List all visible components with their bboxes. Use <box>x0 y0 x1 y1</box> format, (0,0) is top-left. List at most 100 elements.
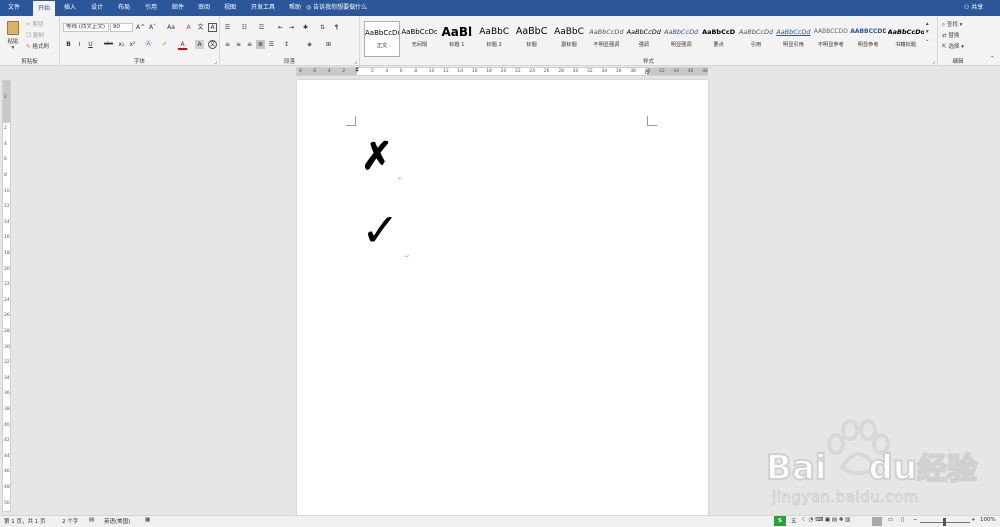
multilevel-list-icon[interactable]: ☲ <box>257 23 266 32</box>
tab-insert[interactable]: 插入 <box>64 0 76 16</box>
zoom-slider-thumb[interactable] <box>943 518 946 526</box>
document-page[interactable]: ✗ ↵ ✓ ↵ <box>297 80 708 516</box>
style-item[interactable]: AaBbC 副标题 <box>551 21 587 57</box>
justify-icon[interactable]: ≣ <box>256 40 265 49</box>
format-painter-button[interactable]: ✎ 格式刷 <box>26 42 49 50</box>
text-effects-icon[interactable]: Ⓐ <box>144 40 153 49</box>
shading-icon[interactable]: ◈ <box>305 40 314 49</box>
change-case-button[interactable]: Aa <box>164 23 178 32</box>
language-status[interactable]: 英语(美国) <box>104 517 130 525</box>
style-item[interactable]: AaBbCcDd 明显强调 <box>663 21 699 57</box>
style-item[interactable]: AaBl 标题 1 <box>439 21 475 57</box>
font-name-combobox[interactable]: 等线 (西文正文) <box>63 23 109 32</box>
print-layout-icon[interactable]: ▭ <box>888 517 893 523</box>
tab-layout[interactable]: 布局 <box>118 0 130 16</box>
cut-button[interactable]: ✂ 剪切 <box>26 20 43 28</box>
char-border-button[interactable]: A <box>208 23 217 32</box>
shrink-font-button[interactable]: Aˇ <box>148 23 157 32</box>
web-layout-icon[interactable]: ▯ <box>901 517 904 523</box>
bullets-icon[interactable]: ☰ <box>223 23 232 32</box>
grow-font-button[interactable]: A^ <box>136 23 145 32</box>
enclose-char-button[interactable]: 文 <box>208 40 217 49</box>
style-item[interactable]: AABBCCDD 明显参考 <box>850 21 886 57</box>
tab-design[interactable]: 设计 <box>91 0 103 16</box>
align-left-icon[interactable]: ≡ <box>223 40 232 49</box>
underline-button[interactable]: U <box>86 40 95 49</box>
tab-developer[interactable]: 开发工具 <box>251 0 275 16</box>
copy-button[interactable]: ❐ 复制 <box>26 31 44 39</box>
format-painter-label: 格式刷 <box>32 44 49 50</box>
tab-file[interactable]: 文件 <box>8 0 20 16</box>
gallery-scroll[interactable]: ▴ ▾ ⌄ <box>925 20 930 44</box>
find-button[interactable]: ⌕ 查找 ▾ <box>942 20 962 29</box>
style-item[interactable]: AaBbC 标题 <box>514 21 550 57</box>
decrease-indent-icon[interactable]: ⇤ <box>276 23 285 32</box>
align-right-icon[interactable]: ≡ <box>245 40 254 49</box>
zoom-level[interactable]: 100% <box>980 517 996 523</box>
tell-me-search[interactable]: ◎ 告诉我你想要做什么 <box>306 0 367 16</box>
clear-formatting-button[interactable]: A <box>184 23 193 32</box>
highlighter-icon[interactable]: ✐ <box>160 40 169 49</box>
tab-view[interactable]: 视图 <box>224 0 236 16</box>
word-count[interactable]: 2 个字 <box>62 517 78 525</box>
read-mode-icon[interactable] <box>872 517 882 526</box>
page-count[interactable]: 第 1 页，共 1 页 <box>4 517 46 525</box>
style-item[interactable]: AaBbCcDd 强调 <box>626 21 662 57</box>
dialog-launcher-icon[interactable]: ⌟ <box>354 59 357 65</box>
font-color-button[interactable]: A <box>178 40 187 50</box>
style-item[interactable]: AaBbCcDd 引用 <box>738 21 774 57</box>
tab-home[interactable]: 开始 <box>33 1 56 16</box>
char-shading-button[interactable]: A <box>195 40 204 49</box>
macro-record-icon[interactable]: ▦ <box>145 517 150 523</box>
increase-indent-icon[interactable]: ⇥ <box>287 23 296 32</box>
tab-mailings[interactable]: 邮件 <box>172 0 184 16</box>
select-button[interactable]: ⇱ 选择 ▾ <box>942 42 964 50</box>
ruler-tick-label: 4 <box>327 69 331 74</box>
ime-mode[interactable]: 五 <box>791 517 797 525</box>
sort-icon[interactable]: ⇅ <box>318 23 327 32</box>
style-name: 引用 <box>750 42 762 48</box>
style-item[interactable]: AABBCCDD 不明显参考 <box>813 21 849 57</box>
phonetic-guide-button[interactable]: 文 <box>196 23 205 32</box>
dialog-launcher-icon[interactable]: ⌟ <box>214 59 217 65</box>
dialog-launcher-icon[interactable]: ⌟ <box>932 59 935 65</box>
borders-icon[interactable]: ⊞ <box>324 40 333 49</box>
vertical-ruler[interactable]: 2 2 4 6 8 10 12 14 16 18 20 22 24 26 28 30 32 34 36 38 40 42 4… <box>2 80 11 512</box>
style-item[interactable]: AaBbCcDd 不明显强调 <box>588 21 624 57</box>
proofing-icon[interactable]: ▤ <box>89 517 94 523</box>
zoom-out-icon[interactable]: − <box>913 517 918 523</box>
zoom-in-icon[interactable]: + <box>971 517 976 523</box>
indent-marker-icon[interactable]: ⧗ <box>355 66 359 74</box>
horizontal-ruler[interactable]: 8 6 4 2 2 4 6 8 10 12 14 16 18 20 22 24 26 28 30 32 34 36 38 40… <box>296 66 708 76</box>
style-item[interactable]: AaBbCcDd 书籍标题 <box>888 21 924 57</box>
watermark-brand: Bai <box>765 447 827 489</box>
numbering-icon[interactable]: ☷ <box>240 23 249 32</box>
tab-help[interactable]: 帮助 <box>289 0 301 16</box>
show-marks-icon[interactable]: ¶ <box>332 23 341 32</box>
style-item[interactable]: AaBbCcDd 正文 <box>364 21 400 57</box>
right-indent-icon[interactable]: ⌂ <box>645 69 649 76</box>
paste-button[interactable]: 粘贴 ▾ <box>4 19 22 53</box>
ruler-tick-label: 46 <box>687 69 694 74</box>
bold-button[interactable]: B <box>64 40 73 49</box>
collapse-ribbon-icon[interactable]: ⌃ <box>990 56 995 62</box>
share-button[interactable]: ⚇ 共享 <box>964 0 983 16</box>
style-item[interactable]: AaBbCcD 要点 <box>701 21 737 57</box>
ime-toolbar-icons[interactable]: ☾ ◔ ⌨ ▣ ▤ ✚ ▥ <box>802 517 850 523</box>
italic-button[interactable]: I <box>75 40 84 49</box>
font-size-combobox[interactable]: 90 <box>110 23 133 32</box>
tab-references[interactable]: 引用 <box>145 0 157 16</box>
replace-button[interactable]: ⇄ 替换 <box>942 31 959 39</box>
distributed-icon[interactable]: ☰ <box>267 40 276 49</box>
align-center-icon[interactable]: ≡ <box>234 40 243 49</box>
subscript-button[interactable]: x₂ <box>117 40 126 49</box>
tab-review[interactable]: 审阅 <box>198 0 210 16</box>
style-item[interactable]: AaBbCcDd 无间隔 <box>401 21 437 57</box>
strikethrough-button[interactable]: abc <box>102 40 115 49</box>
sogou-ime-icon[interactable]: S <box>774 516 786 526</box>
superscript-button[interactable]: x² <box>128 40 137 49</box>
line-spacing-icon[interactable]: ↕ <box>282 40 291 49</box>
chinese-layout-icon[interactable]: ✱ <box>301 23 310 32</box>
style-item[interactable]: AaBbC 标题 2 <box>476 21 512 57</box>
style-item[interactable]: AaBbCcDd 明显引用 <box>775 21 811 57</box>
